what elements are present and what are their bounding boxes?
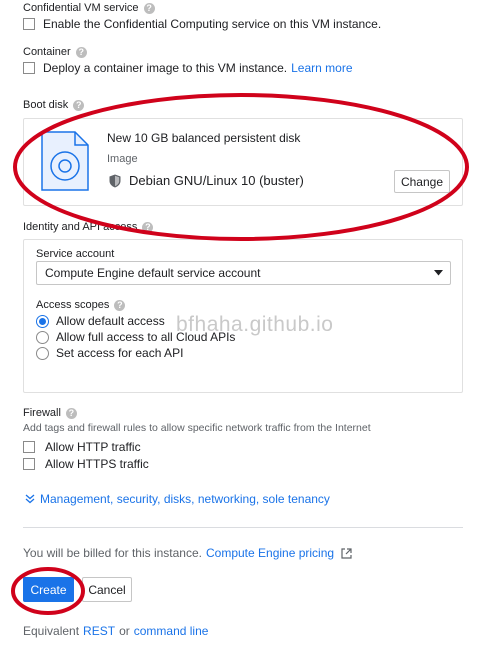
help-icon[interactable]: ? [143,2,155,14]
confidential-checkbox[interactable] [23,18,35,30]
help-icon[interactable]: ? [73,99,85,111]
scope-option-each[interactable]: Set access for each API [36,346,183,360]
cancel-button[interactable]: Cancel [82,577,132,602]
change-button[interactable]: Change [394,170,450,193]
rest-link[interactable]: REST [83,624,115,638]
billing-text: You will be billed for this instance. [23,546,202,560]
service-account-select[interactable]: Compute Engine default service account [36,261,451,285]
service-account-value: Compute Engine default service account [45,266,261,280]
learn-more-link[interactable]: Learn more [291,61,352,75]
radio-unselected[interactable] [36,330,49,344]
http-label: Allow HTTP traffic [45,440,141,454]
confidential-vm-title: Confidential VM service [23,2,139,14]
container-checkbox-label: Deploy a container image to this VM inst… [43,61,288,75]
help-icon[interactable]: ? [142,221,154,233]
radio-selected[interactable] [36,314,49,328]
boot-disk-section: Boot disk ? [23,99,85,111]
access-scopes-label: Access scopes [36,299,110,311]
management-link[interactable]: Management, security, disks, networking,… [40,492,330,506]
external-link-icon[interactable] [341,547,352,559]
equivalent-label: Equivalent [23,624,80,638]
command-line-link[interactable]: command line [134,624,209,638]
boot-disk-card: New 10 GB balanced persistent disk Image… [23,118,463,206]
container-section: Container ? Deploy a container image to … [23,46,353,75]
container-checkbox[interactable] [23,62,35,74]
pricing-link[interactable]: Compute Engine pricing [206,546,334,560]
confidential-vm-section: Confidential VM service ? Enable the Con… [23,2,381,31]
or-label: or [119,624,130,638]
scope-option-default[interactable]: Allow default access [36,314,165,328]
https-label: Allow HTTPS traffic [45,457,149,471]
expand-more-icon [25,494,35,504]
create-button[interactable]: Create [23,577,74,602]
help-icon[interactable]: ? [65,407,77,419]
management-expander[interactable]: Management, security, disks, networking,… [25,492,330,506]
boot-disk-title: Boot disk [23,99,69,111]
scope-label: Allow default access [56,314,165,328]
equivalent-footer: Equivalent REST or command line [23,624,208,638]
radio-unselected[interactable] [36,346,49,360]
https-checkbox[interactable] [23,458,35,470]
confidential-checkbox-label: Enable the Confidential Computing servic… [43,17,382,31]
dropdown-arrow-icon [434,270,443,276]
watermark-text: bfhaha.github.io [176,313,334,336]
divider [23,527,463,528]
scope-label: Set access for each API [56,346,184,360]
identity-title: Identity and API access [23,221,138,233]
http-checkbox[interactable] [23,441,35,453]
service-account-label: Service account [36,248,115,260]
image-label: Image [107,153,138,165]
image-name: Debian GNU/Linux 10 (buster) [129,173,304,188]
container-title: Container [23,46,71,58]
help-icon[interactable]: ? [75,46,87,58]
firewall-title: Firewall [23,407,61,419]
shield-icon [109,174,121,187]
help-icon[interactable]: ? [114,299,126,311]
identity-section: Identity and API access ? [23,221,154,233]
disk-description: New 10 GB balanced persistent disk [107,131,301,145]
firewall-description: Add tags and firewall rules to allow spe… [23,422,371,434]
disk-image-icon [41,131,89,191]
billing-notice: You will be billed for this instance. Co… [23,546,352,560]
firewall-section: Firewall ? Add tags and firewall rules t… [23,407,371,471]
